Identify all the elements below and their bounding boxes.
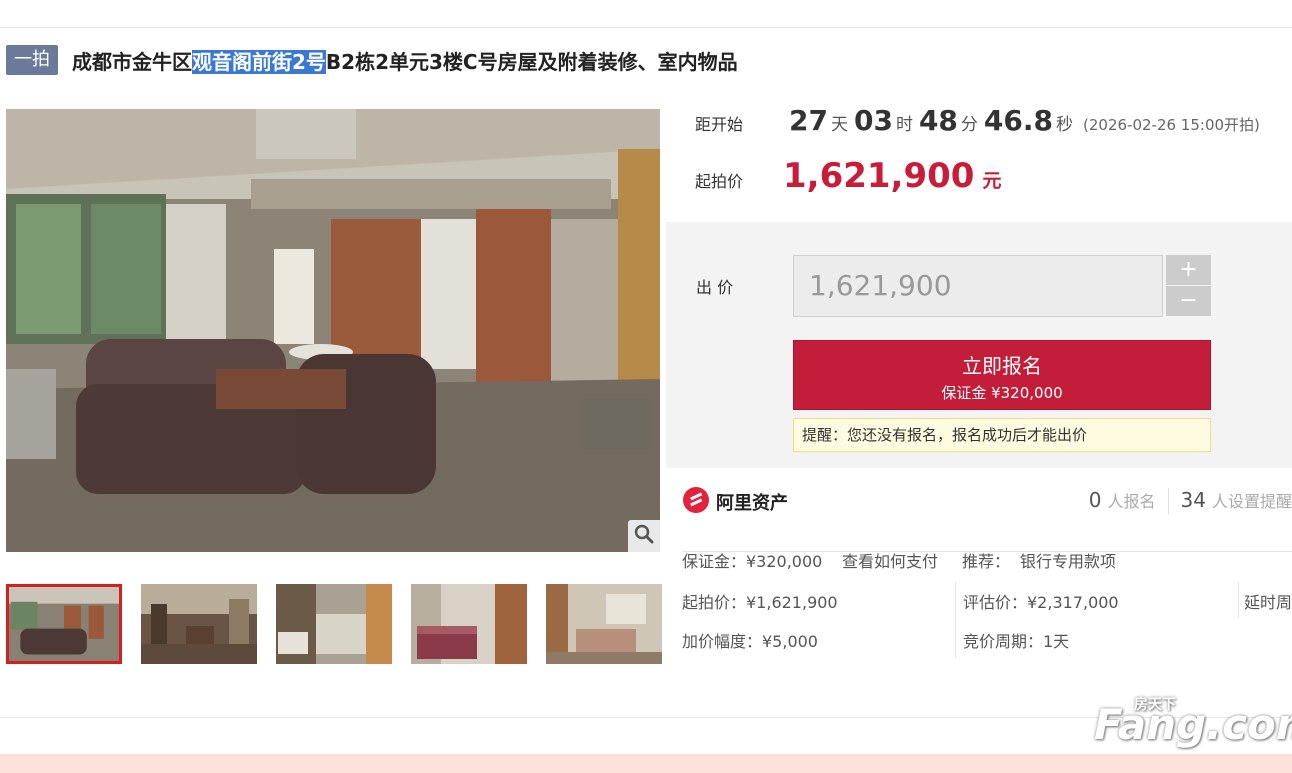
reminder-tip: 提醒：您还没有报名，报名成功后才能出价 <box>793 418 1211 452</box>
bid-period-info: 竞价周期：1天 <box>963 632 1070 651</box>
reminder-count: 34 <box>1180 488 1206 512</box>
hours-unit: 时 <box>895 115 913 135</box>
countdown-hours: 03 <box>853 104 893 137</box>
decrease-bid-button[interactable]: − <box>1166 286 1211 316</box>
page-title: 成都市金牛区观音阁前街2号B2栋2单元3楼C号房屋及附着装修、室内物品 <box>72 46 738 75</box>
days-unit: 天 <box>830 115 848 135</box>
thumbnail-5[interactable] <box>546 584 662 664</box>
countdown-minutes: 48 <box>918 104 958 137</box>
bank-payment-link[interactable]: 银行专用款项 <box>1020 548 1116 572</box>
countdown-label: 距开始 <box>695 115 744 134</box>
info-column-divider-2 <box>1238 582 1239 618</box>
appraisal-info: 评估价：¥2,317,000 <box>963 593 1119 612</box>
stats-separator <box>1167 488 1169 514</box>
countdown-seconds: 46.8 <box>983 104 1054 137</box>
deposit-label: 保证金 ¥320,000 <box>941 384 1063 402</box>
increase-bid-button[interactable]: + <box>1166 255 1211 285</box>
ali-assets-logo-icon <box>682 486 710 518</box>
minutes-unit: 分 <box>960 115 978 135</box>
thumbnail-strip <box>6 584 662 664</box>
platform-logo: 阿里资产 <box>682 486 788 518</box>
title-suffix: B2栋2单元3楼C号房屋及附着装修、室内物品 <box>325 49 738 74</box>
title-highlight: 观音阁前街2号 <box>192 49 326 74</box>
bid-box: 出 价 1,621,900 + − 立即报名 保证金 ¥320,000 提醒：您… <box>666 222 1292 568</box>
participant-stats: 0 人报名 34 人设置提醒 <box>1081 488 1292 514</box>
platform-name: 阿里资产 <box>716 493 788 514</box>
title-prefix: 成都市金牛区 <box>72 49 192 74</box>
thumbnail-2[interactable] <box>141 584 257 664</box>
bottom-band <box>0 754 1292 773</box>
register-now-button[interactable]: 立即报名 保证金 ¥320,000 <box>793 340 1211 410</box>
start-price-label: 起拍价 <box>695 172 744 191</box>
how-to-pay-link[interactable]: 查看如何支付 <box>842 548 938 572</box>
registered-count: 0 <box>1088 488 1102 512</box>
start-price-value: 1,621,900 <box>783 156 975 196</box>
magnifier-icon <box>634 524 654 548</box>
watermark-sub: 房天下 <box>1134 697 1176 713</box>
increment-info: 加价幅度：¥5,000 <box>682 632 818 651</box>
thumbnail-3[interactable] <box>276 584 392 664</box>
seconds-unit: 秒 <box>1056 115 1074 135</box>
title-row: 一拍 成都市金牛区观音阁前街2号B2栋2单元3楼C号房屋及附着装修、室内物品 <box>6 44 738 76</box>
registered-unit: 人报名 <box>1107 492 1156 511</box>
fang-watermark: Fang.com 房天下 <box>1094 697 1292 749</box>
zoom-button[interactable] <box>628 520 660 552</box>
auction-start-time: (2026-02-26 15:00开拍) <box>1083 116 1260 134</box>
countdown-days: 27 <box>789 104 828 137</box>
register-button-label: 立即报名 <box>962 354 1042 378</box>
start-price-unit: 元 <box>982 170 1002 192</box>
start-price-row: 起拍价 1,621,900 元 <box>695 156 1001 196</box>
living-room-photo <box>6 109 660 552</box>
thumbnail-4[interactable] <box>411 584 527 664</box>
info-column-divider <box>955 582 956 658</box>
thumbnail-1[interactable] <box>6 584 122 664</box>
start-price-info: 起拍价：¥1,621,900 <box>682 593 838 612</box>
recommend-label: 推荐： <box>962 552 1011 571</box>
deposit-info: 保证金：¥320,000 <box>682 552 823 571</box>
bid-amount-input[interactable]: 1,621,900 <box>793 255 1163 317</box>
reminder-unit: 人设置提醒 <box>1211 492 1292 511</box>
main-property-photo[interactable] <box>6 109 660 552</box>
auction-round-badge: 一拍 <box>6 45 58 75</box>
delay-info: 延时周 <box>1244 593 1292 612</box>
countdown-row: 距开始 27 天 03 时 48 分 46.8 秒 (2026-02-26 15… <box>695 104 1260 137</box>
watermark-text: Fang.com <box>1094 700 1292 749</box>
top-divider <box>0 27 1292 28</box>
bid-label: 出 价 <box>696 278 734 297</box>
